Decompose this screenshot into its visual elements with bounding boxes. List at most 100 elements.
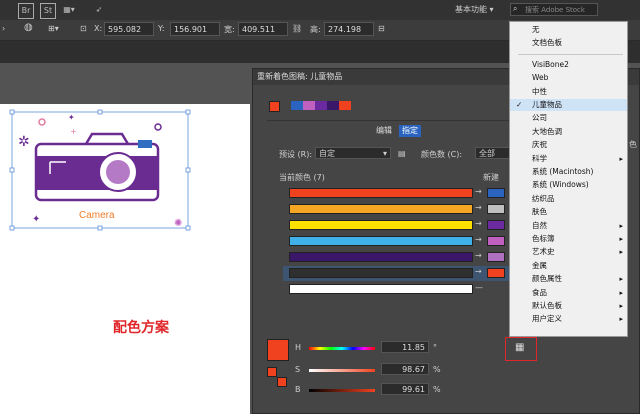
decor-plus-icon: + — [70, 127, 77, 136]
b-slider[interactable] — [309, 389, 375, 392]
tab-edit[interactable]: 编辑 — [373, 125, 395, 137]
menu-item[interactable]: 儿童物品 ✓ — [510, 99, 627, 111]
align-icon[interactable]: ⊞▾ — [48, 24, 59, 33]
new-color-swatch[interactable] — [487, 236, 505, 246]
color-row[interactable]: → — [283, 202, 515, 217]
menu-item[interactable]: 科学 ▸ — [510, 153, 627, 165]
current-color-bar[interactable] — [289, 188, 473, 198]
menu-item-label: 用户定义 — [532, 314, 562, 324]
submenu-arrow-icon: ▸ — [619, 315, 623, 324]
arrow-right-icon[interactable]: → — [475, 203, 482, 212]
chevron-down-icon: ▾ — [382, 149, 387, 158]
color-library-menu: 无文档色板 VisiBone2 Web 中性 儿童物品 ✓ 公司 大地色调 庆祝 科学 ▸ 系统 (M… — [509, 21, 628, 337]
arrange-documents-icon[interactable]: ▦▾ — [62, 3, 76, 17]
menu-item-label: 文档色板 — [532, 38, 562, 48]
color-row[interactable]: → — [283, 234, 515, 249]
b-field[interactable]: 99.61 — [381, 383, 429, 395]
bridge-button[interactable]: Br — [18, 3, 34, 19]
color-row[interactable]: → — [283, 186, 515, 201]
new-color-swatch[interactable] — [487, 220, 505, 230]
arrow-right-icon[interactable]: → — [475, 251, 482, 260]
color-group-strip[interactable] — [291, 101, 351, 110]
menu-item[interactable]: 颜色属性 ▸ — [510, 273, 627, 285]
menu-item[interactable]: VisiBone2 — [510, 59, 627, 71]
constrain-link-icon[interactable]: ⛓ — [292, 24, 302, 33]
workspace-switcher[interactable]: 基本功能 ▾ — [455, 4, 494, 15]
h-slider[interactable] — [309, 347, 375, 350]
s-field[interactable]: 98.67 — [381, 363, 429, 375]
color-library-icon: ▦ — [515, 342, 525, 353]
menu-item[interactable]: Web — [510, 72, 627, 84]
current-color-bar[interactable] — [289, 284, 473, 294]
menu-item[interactable]: 公司 — [510, 112, 627, 124]
menu-item[interactable]: 中性 — [510, 86, 627, 98]
menu-item[interactable]: 文档色板 — [510, 37, 627, 49]
new-color-swatch[interactable] — [487, 252, 505, 262]
height-field[interactable]: 274.198 — [324, 22, 374, 36]
menu-item[interactable]: 色标簿 ▸ — [510, 233, 627, 245]
color-row[interactable]: → — [283, 218, 515, 233]
stroke-swatch[interactable] — [277, 377, 287, 387]
bridge-label: Br — [21, 6, 31, 15]
arrow-right-icon[interactable]: → — [475, 235, 482, 244]
submenu-arrow-icon: ▸ — [619, 302, 623, 310]
menu-item[interactable]: 食品 ▸ — [510, 287, 627, 299]
arrow-right-icon[interactable]: → — [475, 187, 482, 196]
reference-point-icon[interactable]: ⊡ — [80, 24, 87, 33]
stock-search-input[interactable]: ⌕ 搜索 Adobe Stock — [510, 3, 598, 16]
current-color-bar[interactable] — [289, 204, 473, 214]
color-row[interactable]: → — [283, 266, 515, 281]
arrow-right-icon[interactable]: — — [475, 283, 483, 292]
preset-options-icon[interactable]: ▤ — [398, 149, 406, 158]
menu-item-label: VisiBone2 — [532, 59, 569, 69]
menu-item[interactable]: 纺织品 — [510, 193, 627, 205]
menu-item-label: 纺织品 — [532, 193, 555, 203]
transform-icon[interactable]: ⊟ — [378, 24, 385, 33]
menu-item-label: 科学 — [532, 153, 547, 163]
new-color-swatch[interactable] — [487, 268, 505, 278]
menu-item[interactable]: 用户定义 ▸ — [510, 313, 627, 325]
color-row[interactable]: — — [283, 282, 515, 297]
color-row[interactable]: → — [283, 250, 515, 265]
menu-item-label: 色标簿 — [532, 234, 555, 243]
preset-select[interactable]: 自定 ▾ — [315, 147, 391, 159]
stock-button[interactable]: St — [40, 3, 56, 19]
menu-item[interactable]: 庆祝 — [510, 139, 627, 151]
menu-item[interactable]: 系统 (Windows) — [510, 179, 627, 191]
decor-sun-icon: ✲ — [18, 134, 30, 150]
menu-item-label: 艺术史 — [532, 247, 555, 257]
menu-item[interactable]: 自然 ▸ — [510, 220, 627, 232]
x-field[interactable]: 595.082 — [104, 22, 154, 36]
width-field[interactable]: 409.511 — [238, 22, 288, 36]
decor-flower-icon: ✺ — [174, 218, 182, 229]
gpu-performance-icon[interactable]: ➶ — [92, 3, 106, 17]
fill-swatch[interactable] — [267, 367, 277, 377]
tab-assign[interactable]: 指定 — [399, 125, 421, 137]
menu-item[interactable]: 系统 (Macintosh) — [510, 166, 627, 178]
selected-color-preview[interactable] — [267, 339, 289, 361]
arrow-right-icon[interactable]: → — [475, 219, 482, 228]
current-color-bar[interactable] — [289, 220, 473, 230]
active-color-swatch[interactable] — [269, 101, 280, 112]
panel-arrow-icon[interactable]: › — [2, 24, 5, 33]
menu-item[interactable]: 默认色板 ▸ — [510, 300, 627, 312]
colors-count-select[interactable]: 全部 — [475, 147, 511, 159]
current-color-bar[interactable] — [289, 236, 473, 246]
color-library-button[interactable]: ▦ — [505, 337, 537, 361]
menu-item[interactable]: 金属 — [510, 260, 627, 272]
menu-item-label: 儿童物品 — [532, 100, 562, 109]
current-color-bar[interactable] — [289, 252, 473, 262]
camera-artwork[interactable]: ✲ ✦ + ✦ ✺ Camera — [0, 100, 250, 240]
new-color-swatch[interactable] — [487, 188, 505, 198]
new-color-swatch[interactable] — [487, 204, 505, 214]
menu-item[interactable]: 无 — [510, 24, 627, 36]
s-slider[interactable] — [309, 369, 375, 372]
recolor-artwork-icon[interactable]: ◍ — [24, 22, 33, 33]
current-color-bar[interactable] — [289, 268, 473, 278]
y-field[interactable]: 156.901 — [170, 22, 220, 36]
menu-item[interactable]: 艺术史 ▸ — [510, 246, 627, 258]
menu-item[interactable]: 肤色 — [510, 206, 627, 218]
h-field[interactable]: 11.85 — [381, 341, 429, 353]
menu-item[interactable]: 大地色调 — [510, 126, 627, 138]
arrow-right-icon[interactable]: → — [475, 267, 482, 276]
